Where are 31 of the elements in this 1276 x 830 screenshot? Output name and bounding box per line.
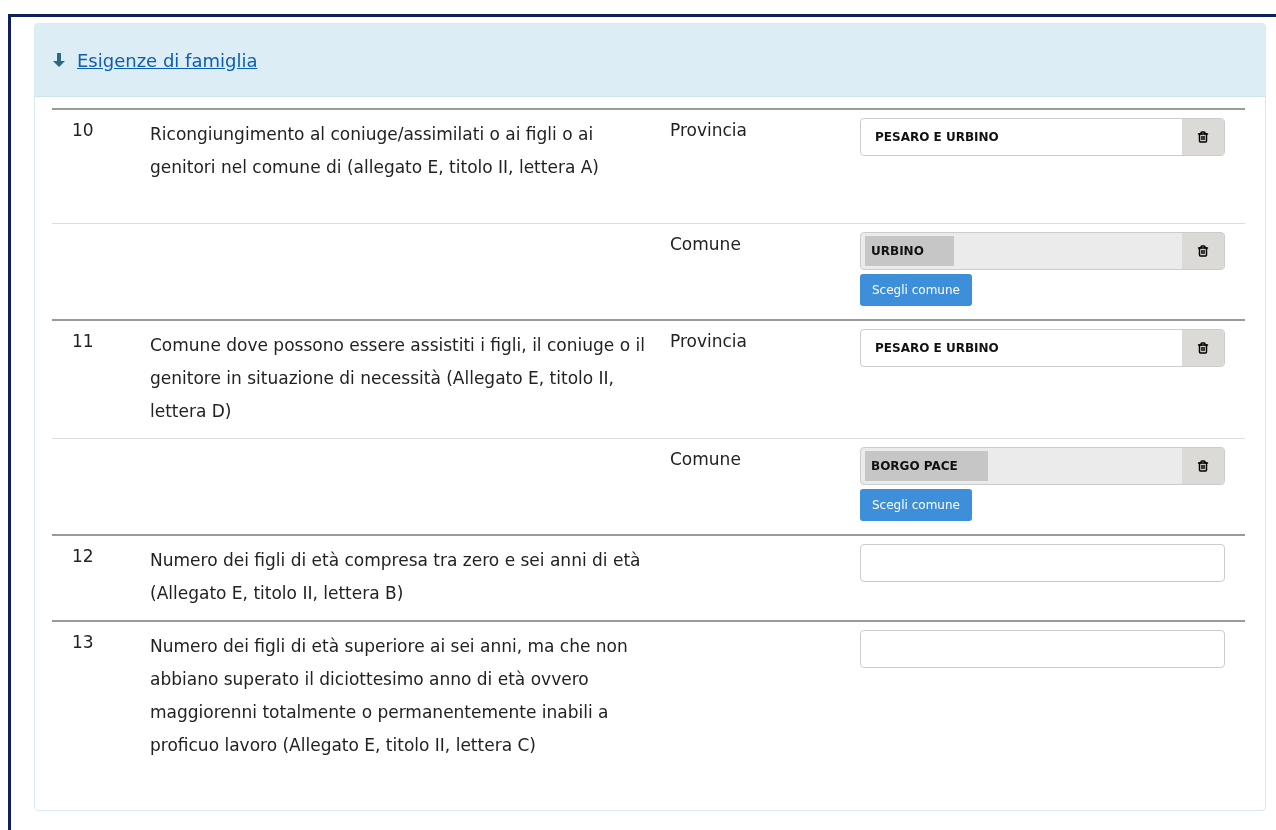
- input-field[interactable]: [860, 630, 1225, 668]
- trash-icon: [1197, 245, 1209, 257]
- item-description: Numero dei figli di età compresa tra zero e sei anni di età (Allegato E, titolo II, lettera B): [150, 549, 642, 605]
- trash-icon: [1197, 460, 1209, 472]
- comune-field[interactable]: URBINO: [860, 232, 1225, 270]
- field-value: PESARO E URBINO: [874, 341, 999, 355]
- field-value: PESARO E URBINO: [874, 130, 999, 144]
- field-label: Provincia: [670, 330, 748, 353]
- item-number: 11: [71, 330, 95, 353]
- province-field[interactable]: PESARO E URBINO: [860, 329, 1225, 367]
- trash-icon: [1197, 131, 1209, 143]
- comune-field[interactable]: BORGO PACE: [860, 447, 1225, 485]
- item-description: Ricongiungimento al coniuge/assimilati o ai figli o ai genitori nel comune di (allegato E, titolo II, lettera A): [150, 123, 600, 179]
- item-number: 13: [71, 631, 95, 654]
- input-field[interactable]: [860, 544, 1225, 582]
- delete-button[interactable]: [1182, 233, 1224, 269]
- item-description: Comune dove possono essere assistiti i figli, il coniuge o il genitore in situazione di necessità (Allegato E, titolo II, lettera D): [150, 334, 646, 423]
- item-number: 12: [71, 545, 95, 568]
- field-label: Comune: [670, 233, 742, 256]
- item-number: 10: [71, 119, 95, 142]
- trash-icon: [1197, 342, 1209, 354]
- province-field[interactable]: PESARO E URBINO: [860, 118, 1225, 156]
- delete-button[interactable]: [1182, 330, 1224, 366]
- item-description: Numero dei figli di età superiore ai sei anni, ma che non abbiano superato il diciottesimo anno di età ovvero maggiorenni totalmente o permanentemente inabili a proficuo lavoro (Allegato E, titolo II, lettera C): [150, 635, 629, 757]
- selected-tag: URBINO: [865, 236, 954, 266]
- field-label: Comune: [670, 448, 742, 471]
- selected-tag: BORGO PACE: [865, 451, 988, 481]
- field-label: Provincia: [670, 119, 748, 142]
- section-link[interactable]: Esigenze di famiglia: [77, 49, 258, 71]
- delete-button[interactable]: [1182, 448, 1224, 484]
- delete-button[interactable]: [1182, 119, 1224, 155]
